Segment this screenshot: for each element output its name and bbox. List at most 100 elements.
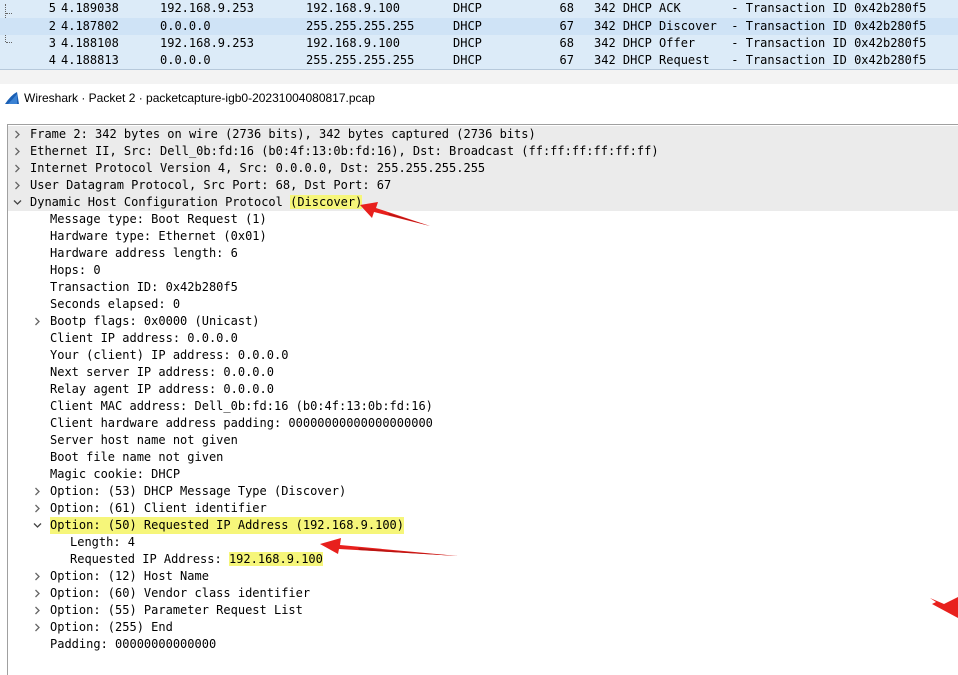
tree-item-label: Client IP address: 0.0.0.0 — [50, 331, 238, 345]
highlighted-text: (Discover) — [290, 195, 363, 209]
packet-info: 342 DHCP Offer - Transaction ID 0x42b280… — [594, 36, 927, 50]
field-padding: Padding: 00000000000000 — [8, 636, 958, 653]
tree-item-option-55[interactable]: Option: (55) Parameter Request List — [8, 602, 958, 619]
field-option-50-length: Length: 4 — [8, 534, 958, 551]
tree-item-option-255[interactable]: Option: (255) End — [8, 619, 958, 636]
tree-item-label: Ethernet II, Src: Dell_0b:fd:16 (b0:4f:1… — [30, 144, 659, 158]
tree-item-option-12[interactable]: Option: (12) Host Name — [8, 568, 958, 585]
field-hops: Hops: 0 — [8, 262, 958, 279]
tree-item-label: Hops: 0 — [50, 263, 101, 277]
tree-item-option-61[interactable]: Option: (61) Client identifier — [8, 500, 958, 517]
tree-item-label: Length: 4 — [70, 535, 136, 549]
packet-details-tree: Frame 2: 342 bytes on wire (2736 bits), … — [7, 124, 958, 675]
tree-item-label: Relay agent IP address: 0.0.0.0 — [50, 382, 274, 396]
annotation-arrow-discover — [360, 202, 430, 226]
tree-item-label: Your (client) IP address: 0.0.0.0 — [50, 348, 289, 362]
packet-source: 0.0.0.0 — [160, 19, 211, 33]
packet-destination: 192.168.9.100 — [306, 36, 400, 50]
chevron-right-icon[interactable] — [12, 177, 24, 194]
field-server-host-name: Server host name not given — [8, 432, 958, 449]
field-magic-cookie: Magic cookie: DHCP — [8, 466, 958, 483]
packet-row[interactable]: 5 4.189038 192.168.9.253 192.168.9.100 D… — [0, 0, 958, 17]
chevron-right-icon[interactable] — [32, 602, 44, 619]
chevron-right-icon[interactable] — [32, 568, 44, 585]
field-hardware-type: Hardware type: Ethernet (0x01) — [8, 228, 958, 245]
field-client-mac: Client MAC address: Dell_0b:fd:16 (b0:4f… — [8, 398, 958, 415]
tree-item-option-60[interactable]: Option: (60) Vendor class identifier — [8, 585, 958, 602]
tree-item-label: Option: (255) End — [50, 620, 173, 634]
packet-time: 4.188108 — [61, 36, 119, 50]
tree-item-ethernet[interactable]: Ethernet II, Src: Dell_0b:fd:16 (b0:4f:1… — [8, 143, 958, 160]
tree-item-bootp-flags[interactable]: Bootp flags: 0x0000 (Unicast) — [8, 313, 958, 330]
annotation-arrow-requested-ip — [320, 538, 458, 556]
wireshark-fin-icon — [5, 92, 19, 104]
tree-item-label: Dynamic Host Configuration Protocol (Dis… — [30, 194, 363, 211]
label-text: Requested IP Address: — [70, 552, 229, 566]
field-transaction-id: Transaction ID: 0x42b280f5 — [8, 279, 958, 296]
tree-item-label: Transaction ID: 0x42b280f5 — [50, 280, 238, 294]
annotation-arrow-edge — [930, 597, 958, 618]
chevron-right-icon[interactable] — [32, 500, 44, 517]
chevron-right-icon[interactable] — [12, 143, 24, 160]
tree-item-label: Option: (53) DHCP Message Type (Discover… — [50, 484, 347, 498]
packet-protocol: DHCP — [453, 53, 482, 67]
field-hw-address-padding: Client hardware address padding: 0000000… — [8, 415, 958, 432]
packet-protocol: DHCP — [453, 19, 482, 33]
tree-item-label: Client MAC address: Dell_0b:fd:16 (b0:4f… — [50, 399, 433, 413]
window-titlebar[interactable]: Wireshark · Packet 2 · packetcapture-igb… — [0, 84, 958, 112]
chevron-right-icon[interactable] — [32, 585, 44, 602]
tree-item-label: Seconds elapsed: 0 — [50, 297, 181, 311]
tree-item-frame[interactable]: Frame 2: 342 bytes on wire (2736 bits), … — [8, 126, 958, 143]
field-requested-ip: Requested IP Address: 192.168.9.100 — [8, 551, 958, 568]
tree-item-udp[interactable]: User Datagram Protocol, Src Port: 68, Ds… — [8, 177, 958, 194]
window-title: Wireshark · Packet 2 · packetcapture-igb… — [24, 91, 375, 105]
chevron-right-icon[interactable] — [32, 483, 44, 500]
field-message-type: Message type: Boot Request (1) — [8, 211, 958, 228]
tree-item-label: Padding: 00000000000000 — [50, 637, 217, 651]
packet-length: 68 — [559, 1, 574, 15]
packet-row[interactable]: 4 4.188813 0.0.0.0 255.255.255.255 DHCP … — [0, 52, 958, 69]
chevron-right-icon[interactable] — [12, 126, 24, 143]
packet-number: 4 — [48, 53, 56, 67]
packet-time: 4.188813 — [61, 53, 119, 67]
chevron-down-icon[interactable] — [12, 194, 24, 211]
packet-number: 2 — [48, 19, 56, 33]
field-next-server-ip: Next server IP address: 0.0.0.0 — [8, 364, 958, 381]
label-text: Dynamic Host Configuration Protocol — [30, 195, 291, 209]
tree-item-dhcp[interactable]: Dynamic Host Configuration Protocol (Dis… — [8, 194, 958, 211]
tree-item-option-50[interactable]: Option: (50) Requested IP Address (192.1… — [8, 517, 958, 534]
tree-item-label: Client hardware address padding: 0000000… — [50, 416, 433, 430]
field-boot-file-name: Boot file name not given — [8, 449, 958, 466]
tree-item-label: Message type: Boot Request (1) — [50, 212, 267, 226]
tree-item-label: Next server IP address: 0.0.0.0 — [50, 365, 274, 379]
packet-source: 192.168.9.253 — [160, 1, 254, 15]
chevron-right-icon[interactable] — [12, 160, 24, 177]
tree-item-label: Boot file name not given — [50, 450, 224, 464]
window-gap — [0, 70, 958, 84]
chevron-right-icon[interactable] — [32, 313, 44, 330]
packet-destination: 192.168.9.100 — [306, 1, 400, 15]
tree-item-label: Hardware address length: 6 — [50, 246, 238, 260]
packet-protocol: DHCP — [453, 1, 482, 15]
packet-source: 0.0.0.0 — [160, 53, 211, 67]
packet-info: 342 DHCP Discover - Transaction ID 0x42b… — [594, 19, 927, 33]
tree-item-label: Internet Protocol Version 4, Src: 0.0.0.… — [30, 161, 486, 175]
tree-item-label: Server host name not given — [50, 433, 238, 447]
packet-info: 342 DHCP Request - Transaction ID 0x42b2… — [594, 53, 927, 67]
packet-row[interactable]: 3 4.188108 192.168.9.253 192.168.9.100 D… — [0, 35, 958, 52]
tree-item-ipv4[interactable]: Internet Protocol Version 4, Src: 0.0.0.… — [8, 160, 958, 177]
tree-item-label: Option: (55) Parameter Request List — [50, 603, 303, 617]
packet-length: 67 — [559, 19, 574, 33]
chevron-right-icon[interactable] — [32, 619, 44, 636]
tree-item-label: Hardware type: Ethernet (0x01) — [50, 229, 267, 243]
packet-destination: 255.255.255.255 — [306, 19, 415, 33]
packet-number: 3 — [48, 36, 56, 50]
field-relay-agent-ip: Relay agent IP address: 0.0.0.0 — [8, 381, 958, 398]
packet-row[interactable]: 2 4.187802 0.0.0.0 255.255.255.255 DHCP … — [0, 18, 958, 35]
chevron-down-icon[interactable] — [32, 517, 44, 534]
field-client-ip: Client IP address: 0.0.0.0 — [8, 330, 958, 347]
packet-list: 2 4.187802 0.0.0.0 255.255.255.255 DHCP … — [0, 0, 958, 70]
tree-item-option-53[interactable]: Option: (53) DHCP Message Type (Discover… — [8, 483, 958, 500]
tree-item-label: Option: (12) Host Name — [50, 569, 209, 583]
packet-time: 4.189038 — [61, 1, 119, 15]
